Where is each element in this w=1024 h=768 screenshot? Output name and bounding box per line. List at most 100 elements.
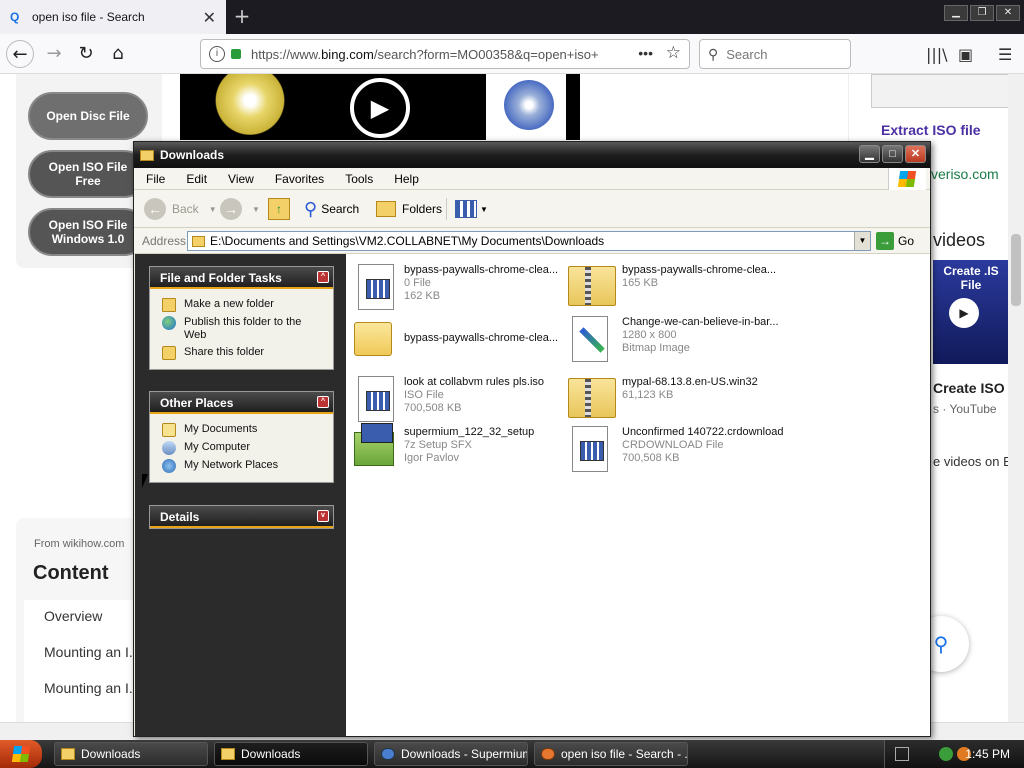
open-disc-file-button[interactable]: Open Disc File	[28, 92, 148, 140]
minimize-button[interactable]: ▁	[859, 145, 880, 163]
file-item[interactable]: mypal-68.13.8.en-US.win32 61,123 KB	[568, 372, 784, 424]
file-item[interactable]: bypass-paywalls-chrome-clea... 0 File 16…	[354, 260, 570, 312]
search-input[interactable]: ⚲ Search	[699, 39, 851, 69]
chevron-down-icon[interactable]: ▼	[209, 205, 217, 214]
taskbar-button[interactable]: Downloads - Supermium	[374, 742, 528, 766]
make-new-folder-link[interactable]: Make a new folder	[150, 295, 333, 313]
file-item[interactable]: supermium_122_32_setup 7z Setup SFX Igor…	[354, 422, 570, 474]
publish-folder-link[interactable]: Publish this folder to the Web	[150, 313, 333, 343]
file-name: bypass-paywalls-chrome-clea...	[404, 264, 559, 276]
panel-header[interactable]: File and Folder Tasks ^	[150, 267, 333, 289]
cd-image[interactable]	[210, 74, 290, 140]
library-icon[interactable]: |||\	[926, 45, 948, 64]
keyboard-icon[interactable]	[895, 747, 909, 761]
expand-icon[interactable]: v	[317, 510, 329, 522]
search-label: Search	[321, 202, 360, 216]
info-icon[interactable]: i	[209, 46, 225, 62]
menu-help[interactable]: Help	[382, 172, 428, 186]
menu-icon[interactable]: ☰	[998, 45, 1012, 64]
open-iso-windows-button[interactable]: Open ISO File Windows 1.0	[28, 208, 148, 256]
file-item[interactable]: Change-we-can-believe-in-bar... 1280 x 8…	[568, 312, 784, 364]
url-bar[interactable]: i https://www.bing.com/search?form=MO003…	[200, 39, 690, 69]
panel-header[interactable]: Details v	[150, 506, 333, 528]
chevron-down-icon[interactable]: ▼	[480, 205, 488, 214]
taskbar-label: Downloads	[81, 747, 141, 761]
my-computer-link[interactable]: My Computer	[150, 438, 333, 456]
file-publisher: Igor Pavlov	[404, 452, 460, 464]
forward-arrow-icon[interactable]: →	[40, 40, 68, 68]
play-icon[interactable]: ▶	[949, 298, 979, 328]
file-item[interactable]: bypass-paywalls-chrome-clea...	[354, 312, 570, 364]
menu-view[interactable]: View	[216, 172, 263, 186]
search-icon: ⚲	[304, 198, 318, 219]
close-window-button[interactable]: ✕	[996, 5, 1020, 21]
up-folder-button[interactable]: ↑	[268, 198, 290, 220]
explorer-titlebar[interactable]: Downloads ▁ □ ✕	[134, 142, 930, 168]
folder-icon	[140, 149, 154, 161]
share-folder-link[interactable]: Share this folder	[150, 343, 333, 361]
content-item[interactable]: Mounting an I...	[44, 680, 141, 696]
page-actions-icon[interactable]: •••	[638, 45, 653, 61]
back-arrow-icon[interactable]: ←	[6, 40, 34, 68]
disc-image[interactable]	[486, 74, 566, 140]
sidebar-icon[interactable]: ▣	[958, 45, 973, 64]
bookmark-star-icon[interactable]: ☆	[666, 43, 681, 63]
maximize-button[interactable]: □	[882, 145, 903, 163]
reload-icon[interactable]: ↻	[72, 40, 100, 68]
taskbar-label: Downloads - Supermium	[401, 747, 528, 761]
views-button[interactable]: ▼	[446, 198, 488, 220]
extract-iso-link[interactable]: Extract ISO file	[881, 122, 981, 138]
back-arrow-icon: ←	[144, 198, 166, 220]
close-button[interactable]: ✕	[905, 145, 926, 163]
address-label: Address	[142, 234, 187, 248]
taskbar-button[interactable]: open iso file - Search - ...	[534, 742, 688, 766]
task-pane: File and Folder Tasks ^ Make a new folde…	[135, 254, 346, 736]
panel-header[interactable]: Other Places ^	[150, 392, 333, 414]
nav-bar: ← → ↻ ⌂ i https://www.bing.com/search?fo…	[0, 34, 1024, 74]
more-videos-link[interactable]: e videos on E	[933, 454, 1012, 469]
my-computer-icon	[162, 441, 176, 455]
file-size: 700,508 KB	[622, 452, 680, 464]
screenshot-thumbnail[interactable]	[871, 74, 1009, 108]
open-iso-free-button[interactable]: Open ISO File Free	[28, 150, 148, 198]
menu-file[interactable]: File	[134, 172, 174, 186]
address-input[interactable]: E:\Documents and Settings\VM2.COLLABNET\…	[187, 231, 871, 251]
back-button[interactable]: ← Back ▼	[144, 198, 217, 220]
taskbar-button[interactable]: Downloads	[54, 742, 208, 766]
image-results-strip[interactable]: ▶	[180, 74, 580, 140]
home-icon[interactable]: ⌂	[104, 40, 132, 68]
page-scrollbar[interactable]	[1008, 74, 1024, 722]
file-item[interactable]: Unconfirmed 140722.crdownload CRDOWNLOAD…	[568, 422, 784, 474]
new-tab-button[interactable]: +	[232, 5, 252, 29]
file-item[interactable]: bypass-paywalls-chrome-clea... 165 KB	[568, 260, 784, 312]
minimize-button[interactable]: ▁	[944, 5, 968, 21]
menu-tools[interactable]: Tools	[333, 172, 382, 186]
taskbar-button-active[interactable]: Downloads	[214, 742, 368, 766]
content-item[interactable]: Overview	[44, 608, 102, 624]
forward-button[interactable]: → ▼	[220, 198, 260, 220]
collapse-icon[interactable]: ^	[317, 396, 329, 408]
file-item[interactable]: look at collabvm rules pls.iso ISO File …	[354, 372, 570, 424]
scrollbar-thumb[interactable]	[1011, 234, 1021, 306]
go-button[interactable]: → Go	[876, 232, 914, 250]
menu-edit[interactable]: Edit	[174, 172, 216, 186]
folders-button[interactable]: Folders	[376, 198, 442, 220]
forward-arrow-icon: →	[220, 198, 242, 220]
video-title[interactable]: Create ISO I	[933, 380, 1012, 396]
menu-favorites[interactable]: Favorites	[263, 172, 333, 186]
tab-active[interactable]: Q open iso file - Search ✕	[0, 0, 226, 34]
my-network-places-link[interactable]: My Network Places	[150, 456, 333, 474]
collapse-icon[interactable]: ^	[317, 271, 329, 283]
chevron-down-icon[interactable]: ▼	[854, 232, 870, 250]
my-documents-link[interactable]: My Documents	[150, 420, 333, 438]
chevron-down-icon[interactable]: ▼	[252, 205, 260, 214]
start-button[interactable]	[0, 740, 42, 768]
restore-button[interactable]: ❐	[970, 5, 994, 21]
search-button[interactable]: ⚲ Search	[304, 198, 359, 220]
play-icon[interactable]: ▶	[350, 78, 410, 138]
content-item[interactable]: Mounting an I...	[44, 644, 141, 660]
close-tab-icon[interactable]: ✕	[203, 8, 216, 28]
video-card-thumbnail[interactable]: Create .IS File ▶	[933, 260, 1009, 364]
network-icon[interactable]	[939, 747, 953, 761]
veriso-link[interactable]: veriso.com	[931, 166, 999, 182]
